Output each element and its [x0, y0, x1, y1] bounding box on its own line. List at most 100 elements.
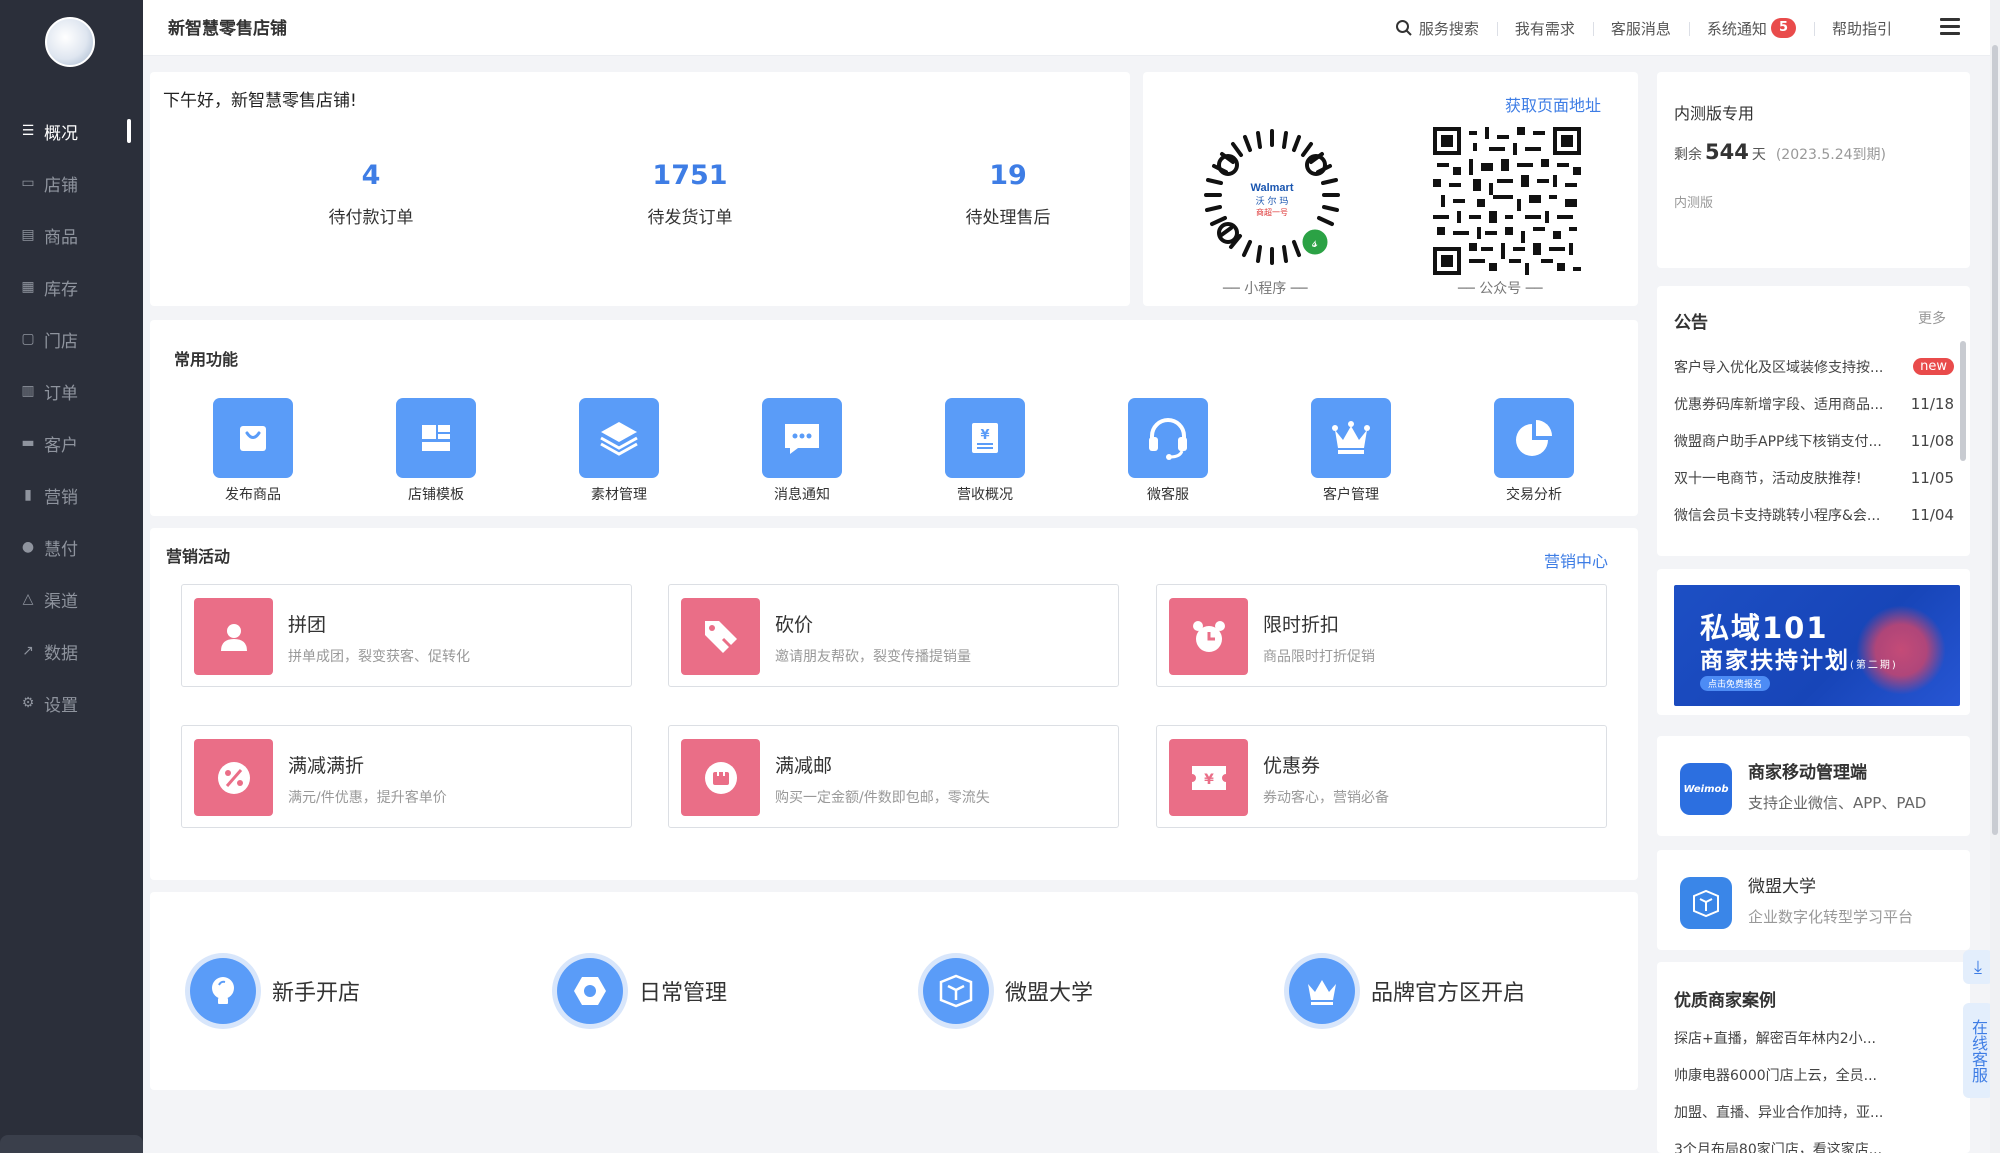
greeting-title: 下午好，新智慧零售店铺! [163, 86, 357, 111]
page-scrollbar-thumb[interactable] [1992, 45, 1998, 835]
sidebar-item-marketing[interactable]: ▮ 营销 [0, 469, 143, 521]
marketing-free-shipping[interactable]: 满减邮 购买一定金额/件数即包邮，零流失 [668, 725, 1119, 828]
shop-icon: ▢ [20, 332, 36, 346]
notice-date: 11/18 [1911, 395, 1954, 413]
my-demand-link[interactable]: 我有需求 [1497, 18, 1593, 39]
shop-logo[interactable] [45, 17, 95, 67]
template-icon [396, 398, 476, 478]
stat-pending-payment[interactable]: 4 待付款订单 [271, 160, 471, 228]
marketing-center-link[interactable]: 营销中心 [1544, 548, 1608, 572]
guide-daily-management[interactable]: 日常管理 [557, 958, 727, 1024]
alarm-clock-icon [1169, 598, 1248, 675]
layers-icon [579, 398, 659, 478]
marketing-name: 拼团 [288, 610, 326, 637]
top-links: 服务搜索 我有需求 客服消息 系统通知 5 帮助指引 [1377, 0, 1910, 56]
stat-pending-aftersale[interactable]: 19 待处理售后 [908, 160, 1108, 228]
sidebar-item-product[interactable]: ▤ 商品 [0, 209, 143, 261]
func-store-template[interactable]: 店铺模板 [381, 398, 491, 504]
func-label: 店铺模板 [381, 484, 491, 504]
price-tag-icon [681, 598, 760, 675]
func-revenue-overview[interactable]: ¥ 营收概况 [930, 398, 1040, 504]
sidebar-item-label: 慧付 [44, 535, 78, 560]
notice-text: 双十一电商节，活动皮肤推荐! [1674, 468, 1901, 488]
case-item[interactable]: 帅康电器6000门店上云，全员... [1674, 1065, 1883, 1102]
promo-subtitle: 企业数字化转型学习平台 [1748, 906, 1913, 927]
func-customer-management[interactable]: 客户管理 [1296, 398, 1406, 504]
marketing-card: 营销活动 营销中心 拼团 拼单成团，裂变获客、促转化 砍价 邀请朋友帮砍，裂变传… [150, 528, 1638, 880]
coupon-icon: ¥ [1169, 739, 1248, 816]
notice-more-link[interactable]: 更多 [1918, 308, 1946, 328]
sidebar-item-inventory[interactable]: ▦ 库存 [0, 261, 143, 313]
page-scrollbar[interactable] [1990, 0, 2000, 1153]
system-notice-link[interactable]: 系统通知 5 [1689, 18, 1814, 39]
notice-item[interactable]: 优惠券码库新增字段、适用商品... 11/18 [1674, 385, 1954, 422]
notice-item[interactable]: 微盟商户助手APP线下核销支付... 11/08 [1674, 422, 1954, 459]
stat-value: 4 [271, 160, 471, 191]
notice-item[interactable]: 双十一电商节，活动皮肤推荐! 11/05 [1674, 459, 1954, 496]
promo-mobile-admin[interactable]: Weimob 商家移动管理端 支持企业微信、APP、PAD [1657, 736, 1970, 836]
sidebar-item-overview[interactable]: ☰ 概况 [0, 105, 143, 157]
menu-icon[interactable] [1940, 18, 1960, 36]
sidebar-item-shop[interactable]: ▢ 门店 [0, 313, 143, 365]
marketing-bargain[interactable]: 砍价 邀请朋友帮砍，裂变传播提销量 [668, 584, 1119, 687]
channel-icon: △ [20, 592, 36, 606]
marketing-coupon[interactable]: ¥ 优惠券 券动客心，营销必备 [1156, 725, 1607, 828]
sidebar-item-pay[interactable]: ● 慧付 [0, 521, 143, 573]
notice-item[interactable]: 客户导入优化及区域装修支持按... new [1674, 348, 1954, 385]
private-domain-banner[interactable]: 私域101 商家扶持计划(第二期) 点击免费报名 [1674, 585, 1960, 706]
notice-scrollbar[interactable] [1960, 341, 1966, 461]
sidebar-item-order[interactable]: ▥ 订单 [0, 365, 143, 417]
case-item[interactable]: 加盟、直播、异业合作加持，亚... [1674, 1102, 1883, 1139]
marketing-group-buy[interactable]: 拼团 拼单成团，裂变获客、促转化 [181, 584, 632, 687]
settings-icon: ⚙ [20, 696, 36, 710]
crown-icon [1311, 398, 1391, 478]
official-account-qr-code[interactable] [1433, 127, 1581, 275]
store-icon: ▭ [20, 176, 36, 190]
guide-weimob-university[interactable]: 微盟大学 [923, 958, 1093, 1024]
sidebar-item-data[interactable]: ↗ 数据 [0, 625, 143, 677]
marketing-full-reduction[interactable]: 满减满折 满元/件优惠，提升客单价 [181, 725, 632, 828]
download-icon[interactable]: ⤓ [1963, 950, 1993, 984]
sidebar-item-settings[interactable]: ⚙ 设置 [0, 677, 143, 729]
guide-new-store[interactable]: 新手开店 [190, 958, 360, 1024]
func-wechat-cs[interactable]: 微客服 [1113, 398, 1223, 504]
case-item[interactable]: 3个月布局80家门店，看这家店... [1674, 1139, 1883, 1153]
func-trade-analysis[interactable]: 交易分析 [1479, 398, 1589, 504]
func-publish-product[interactable]: 发布商品 [198, 398, 308, 504]
mini-logo-sub2: 商超一号 [1256, 207, 1288, 217]
case-item[interactable]: 探店+直播，解密百年林内2小... [1674, 1028, 1883, 1065]
marketing-flash-discount[interactable]: 限时折扣 商品限时打折促销 [1156, 584, 1607, 687]
common-functions-card: 常用功能 发布商品 店铺模板 素材管理 消息通知 ¥ 营收概况 微客服 客户管理… [150, 320, 1638, 516]
online-cs-button[interactable]: 在线客服 [1963, 1003, 1993, 1098]
sidebar-item-label: 库存 [44, 275, 78, 300]
notice-text: 客户导入优化及区域装修支持按... [1674, 357, 1903, 377]
remain-days: 544 [1705, 140, 1749, 164]
university-icon [1680, 877, 1732, 929]
pie-icon [1494, 398, 1574, 478]
crown-icon [1289, 958, 1355, 1024]
get-page-url-link[interactable]: 获取页面地址 [1505, 92, 1601, 116]
top-link-label: 系统通知 [1707, 18, 1767, 39]
func-material-management[interactable]: 素材管理 [564, 398, 674, 504]
stat-pending-shipment[interactable]: 1751 待发货订单 [590, 160, 790, 228]
guide-brand-official-zone[interactable]: 品牌官方区开启 [1289, 958, 1525, 1024]
func-message-notice[interactable]: 消息通知 [747, 398, 857, 504]
sidebar-item-label: 订单 [44, 379, 78, 404]
sidebar-item-customer[interactable]: ▬ 客户 [0, 417, 143, 469]
banner-signup-button[interactable]: 点击免费报名 [1700, 676, 1770, 691]
notice-item[interactable]: 微信会员卡支持跳转小程序&会... 11/04 [1674, 496, 1954, 533]
sidebar-item-store[interactable]: ▭ 店铺 [0, 157, 143, 209]
sidebar-item-label: 店铺 [44, 171, 78, 196]
sidebar-item-channel[interactable]: △ 渠道 [0, 573, 143, 625]
service-search-link[interactable]: 服务搜索 [1377, 18, 1497, 39]
new-badge: new [1913, 358, 1954, 375]
top-link-label: 服务搜索 [1419, 18, 1479, 39]
marketing-name: 满减邮 [775, 751, 832, 778]
svg-text:𝓼: 𝓼 [1312, 235, 1318, 251]
notice-text: 微信会员卡支持跳转小程序&会... [1674, 505, 1901, 525]
cs-message-link[interactable]: 客服消息 [1593, 18, 1689, 39]
mini-program-code[interactable]: Walmart 沃 尔 玛 商超一号 𝓼 [1198, 125, 1346, 273]
promo-weimob-university[interactable]: 微盟大学 企业数字化转型学习平台 [1657, 850, 1970, 950]
help-guide-link[interactable]: 帮助指引 [1814, 18, 1910, 39]
package-icon [681, 739, 760, 816]
